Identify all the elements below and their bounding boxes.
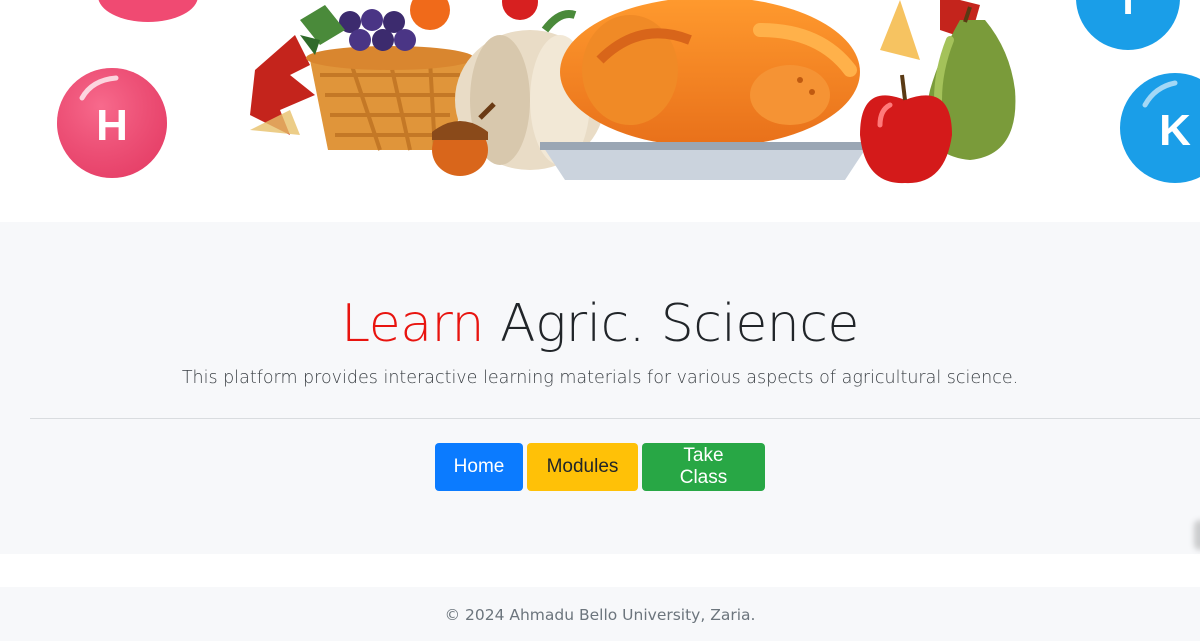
copyright-text: © 2024 Ahmadu Bello University, Zaria. bbox=[444, 606, 756, 624]
take-class-button[interactable]: Take Class bbox=[642, 443, 765, 491]
home-button[interactable]: Home bbox=[435, 443, 523, 491]
platter-rim bbox=[540, 142, 870, 150]
blue-bubble-i: I bbox=[1076, 0, 1180, 50]
lead-text: This platform provides interactive learn… bbox=[181, 368, 1019, 388]
pink-bubble-top bbox=[98, 0, 198, 22]
orange-fruit bbox=[410, 0, 450, 30]
svg-text:K: K bbox=[1159, 106, 1191, 155]
svg-text:H: H bbox=[96, 101, 128, 150]
roast-turkey bbox=[560, 0, 860, 147]
title-rest: Agric. Science bbox=[500, 294, 859, 354]
pink-bubble-h: H bbox=[57, 68, 167, 178]
blue-bubble-k: K bbox=[1120, 73, 1200, 183]
apple-top bbox=[502, 0, 538, 20]
svg-text:I: I bbox=[1122, 0, 1133, 23]
modules-button[interactable]: Modules bbox=[527, 443, 638, 491]
grapes bbox=[300, 5, 416, 55]
divider bbox=[30, 418, 1200, 419]
title-accent: Learn bbox=[341, 294, 484, 354]
hero-banner: H I K bbox=[0, 0, 1200, 222]
button-group: Home Modules Take Class bbox=[0, 443, 1200, 491]
harvest-illustration: H I K bbox=[57, 0, 1200, 184]
page-title: Learn Agric. Science bbox=[0, 292, 1200, 356]
banana-peel bbox=[880, 0, 920, 60]
footer: © 2024 Ahmadu Bello University, Zaria. bbox=[0, 587, 1200, 641]
jumbotron: Learn Agric. Science This platform provi… bbox=[0, 222, 1200, 554]
floating-widget-edge[interactable] bbox=[1194, 520, 1200, 550]
